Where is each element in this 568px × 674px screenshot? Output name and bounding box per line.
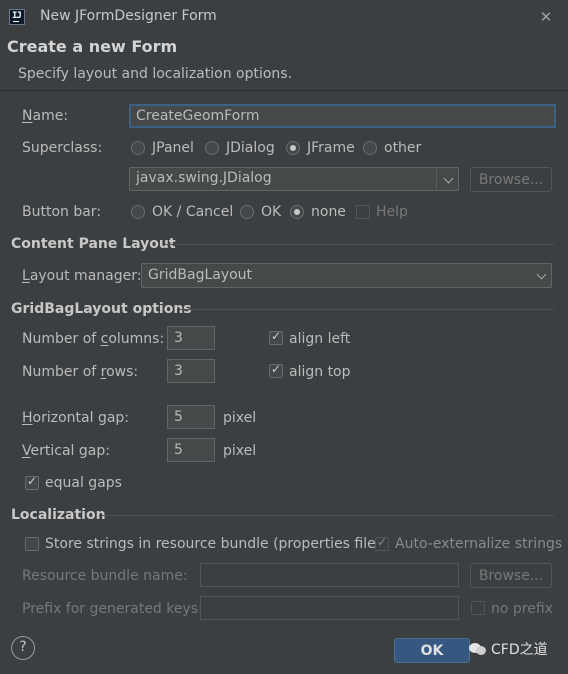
help-icon[interactable]: ?: [11, 636, 35, 660]
help-checkbox-label: Help: [376, 204, 408, 220]
section-divider: [165, 244, 554, 245]
superclass-browse-button[interactable]: Browse...: [470, 167, 552, 192]
vgap-input[interactable]: 5: [167, 438, 215, 462]
columns-input[interactable]: 3: [167, 326, 215, 350]
superclass-class-combo[interactable]: javax.swing.JDialog: [129, 167, 459, 191]
hgap-label: Horizontal gap:: [22, 410, 130, 426]
align-left-label: align left: [289, 331, 351, 347]
close-icon[interactable]: ✕: [537, 8, 555, 26]
name-label: Name:: [22, 108, 69, 124]
superclass-radio-jdialog[interactable]: [205, 141, 219, 155]
name-input[interactable]: CreateGeomForm: [129, 104, 556, 128]
hgap-input[interactable]: 5: [167, 405, 215, 429]
bundle-browse-button[interactable]: Browse...: [470, 563, 552, 588]
content-pane-section-title: Content Pane Layout: [11, 236, 176, 252]
buttonbar-option-okcancel: OK / Cancel: [152, 204, 234, 220]
equal-gaps-label: equal gaps: [45, 475, 122, 491]
superclass-option-jpanel: JPanel: [152, 140, 194, 156]
section-divider: [102, 515, 554, 516]
dialog-subtitle: Specify layout and localization options.: [18, 66, 293, 82]
hgap-unit: pixel: [223, 410, 257, 426]
window-title: New JFormDesigner Form: [40, 8, 217, 24]
layout-manager-combo[interactable]: GridBagLayout: [141, 263, 552, 288]
superclass-label: Superclass:: [22, 140, 103, 156]
chevron-down-icon: [443, 173, 454, 184]
prefix-input[interactable]: [200, 596, 459, 620]
combo-divider: [436, 168, 437, 190]
no-prefix-label: no prefix: [491, 601, 553, 617]
prefix-label: Prefix for generated keys:: [22, 601, 203, 617]
header-divider: [0, 90, 568, 91]
superclass-option-jframe: JFrame: [307, 140, 355, 156]
ok-button[interactable]: OK: [394, 638, 470, 663]
bundle-name-label: Resource bundle name:: [22, 568, 188, 584]
localization-section-title: Localization: [11, 507, 106, 523]
dialog-title: Create a new Form: [7, 37, 178, 56]
superclass-class-value: javax.swing.JDialog: [136, 170, 272, 186]
auto-externalize-checkbox[interactable]: [375, 535, 389, 551]
gridbag-section-title: GridBagLayout options: [11, 301, 192, 317]
intellij-idea-icon: IJ: [9, 9, 25, 25]
store-strings-label: Store strings in resource bundle (proper…: [45, 536, 382, 552]
columns-label: Number of columns:: [22, 331, 165, 347]
buttonbar-label: Button bar:: [22, 204, 102, 220]
chevron-down-icon: [536, 269, 547, 280]
store-strings-checkbox[interactable]: [25, 537, 39, 551]
section-divider: [180, 309, 554, 310]
watermark-text: CFD之道: [491, 642, 548, 658]
superclass-radio-jframe[interactable]: [286, 141, 300, 155]
auto-externalize-label: Auto-externalize strings: [395, 536, 563, 552]
superclass-radio-jpanel[interactable]: [131, 141, 145, 155]
align-top-label: align top: [289, 364, 351, 380]
buttonbar-radio-okcancel[interactable]: [131, 205, 145, 219]
wechat-icon: [469, 641, 487, 657]
layout-manager-label: Layout manager:: [22, 268, 142, 284]
buttonbar-radio-none[interactable]: [290, 205, 304, 219]
layout-manager-value: GridBagLayout: [148, 267, 253, 283]
no-prefix-checkbox[interactable]: [471, 601, 485, 615]
buttonbar-option-ok: OK: [261, 204, 282, 220]
help-checkbox[interactable]: [356, 205, 370, 219]
superclass-radio-other[interactable]: [363, 141, 377, 155]
superclass-option-other: other: [384, 140, 422, 156]
superclass-option-jdialog: JDialog: [226, 140, 275, 156]
bundle-name-input[interactable]: [200, 563, 459, 587]
equal-gaps-checkbox[interactable]: [25, 474, 39, 490]
vgap-label: Vertical gap:: [22, 443, 110, 459]
watermark: CFD之道: [469, 637, 548, 661]
align-left-checkbox[interactable]: [269, 329, 283, 345]
align-top-checkbox[interactable]: [269, 362, 283, 378]
rows-label: Number of rows:: [22, 364, 139, 380]
buttonbar-option-none: none: [311, 204, 346, 220]
buttonbar-radio-ok[interactable]: [240, 205, 254, 219]
rows-input[interactable]: 3: [167, 359, 215, 383]
vgap-unit: pixel: [223, 443, 257, 459]
